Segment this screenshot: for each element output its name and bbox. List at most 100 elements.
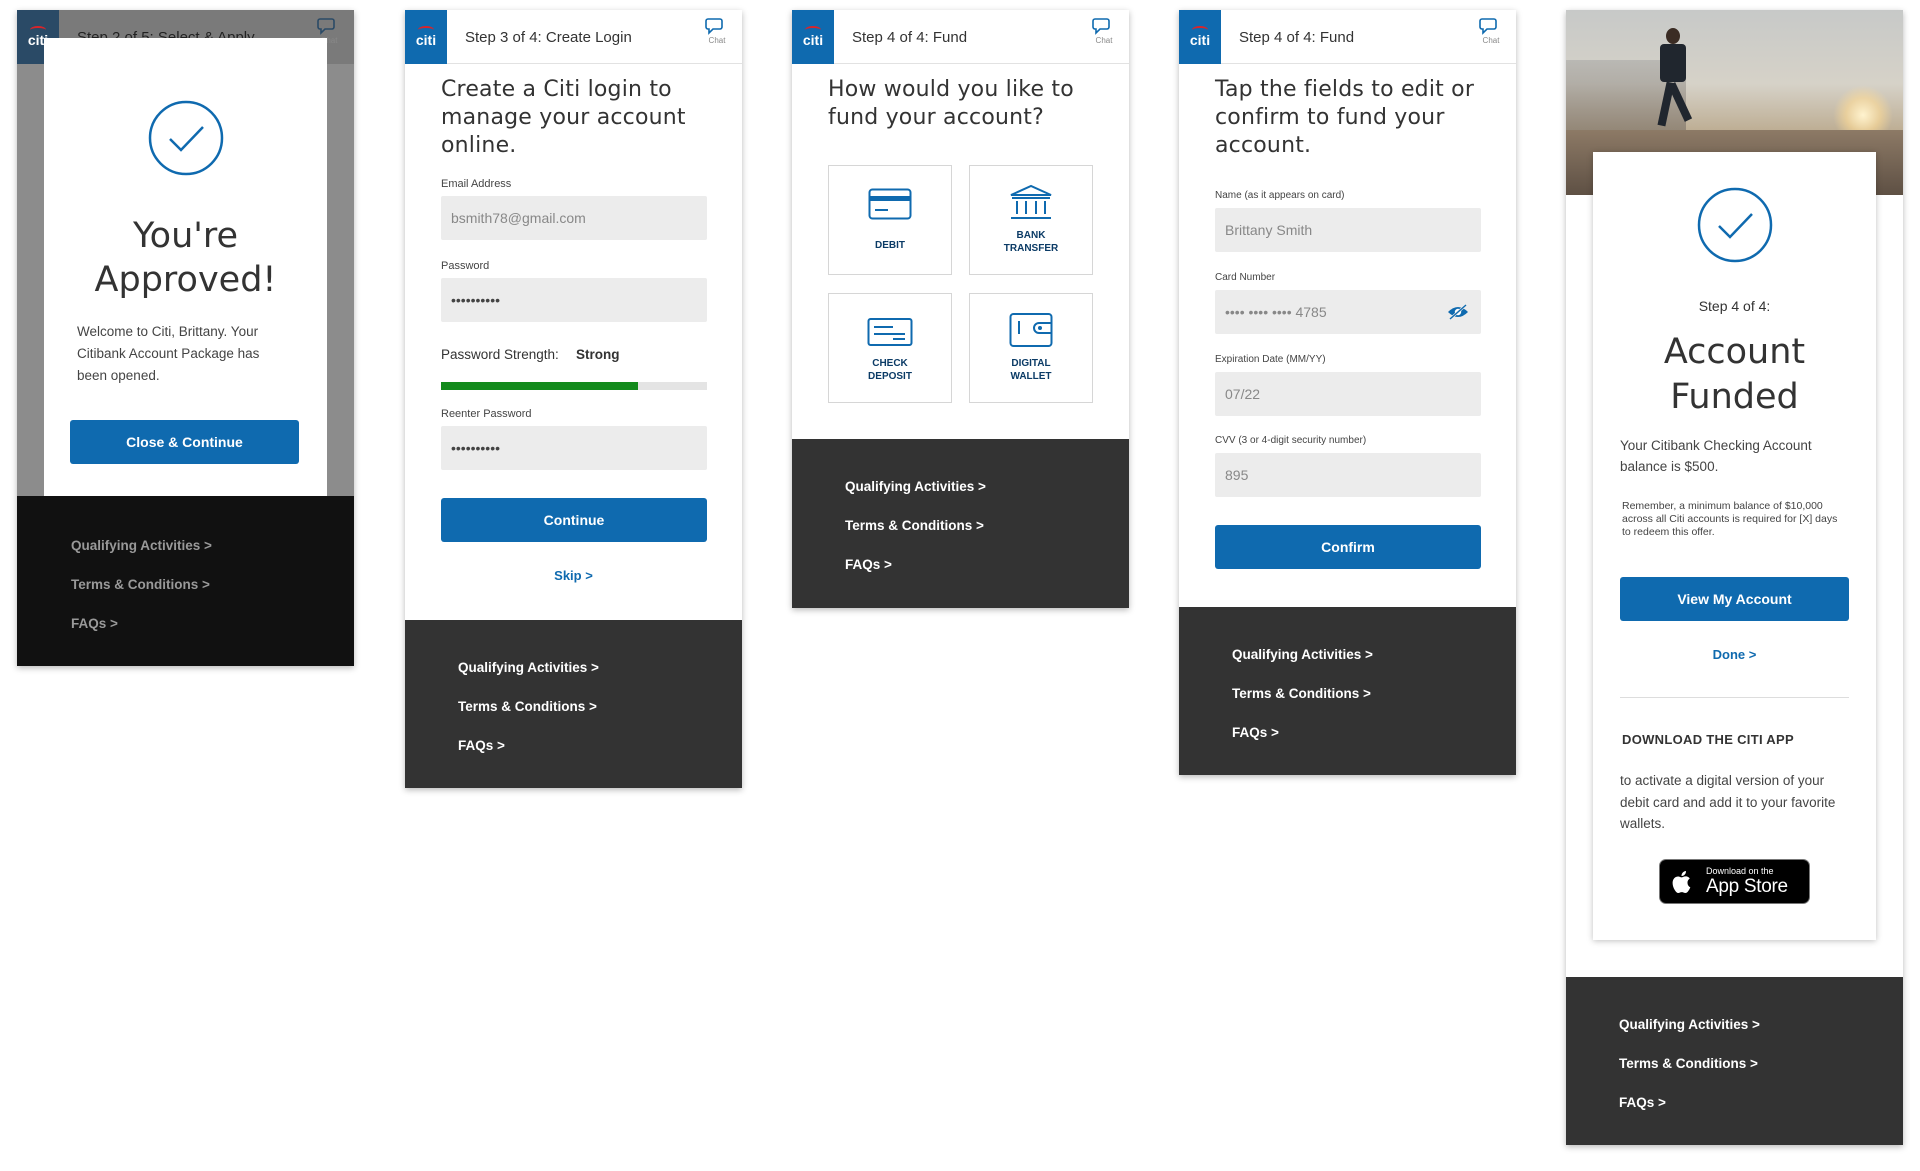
digital-wallet-option[interactable]: DIGITAL WALLET xyxy=(969,293,1093,403)
login-heading-1: Create a Citi login to xyxy=(441,77,672,102)
funded-heading-2: Funded xyxy=(1670,377,1799,417)
fund-heading-1: How would you like to xyxy=(828,77,1074,102)
reenter-password-field[interactable]: •••••••••• xyxy=(441,426,707,470)
password-strength-fill xyxy=(441,382,638,390)
bank-icon xyxy=(1010,184,1052,219)
hide-eye-icon[interactable] xyxy=(1447,304,1469,320)
app-store-small-text: Download on the xyxy=(1706,866,1774,876)
edit-heading-1: Tap the fields to edit or xyxy=(1215,77,1475,102)
name-field[interactable]: Brittany Smith xyxy=(1215,208,1481,252)
approved-heading-1: You're xyxy=(132,216,239,256)
terms-conditions-link[interactable]: Terms & Conditions > xyxy=(71,577,210,592)
fund-heading-2: fund your account? xyxy=(828,105,1044,130)
step-label: Step 4 of 4: xyxy=(1698,298,1771,314)
header: citi Step 3 of 4: Create Login Chat xyxy=(405,10,742,64)
faqs-link[interactable]: FAQs > xyxy=(1619,1095,1666,1110)
terms-conditions-link[interactable]: Terms & Conditions > xyxy=(1619,1056,1758,1071)
skip-link[interactable]: Skip > xyxy=(405,568,742,583)
account-funded-screen: Step 4 of 4: Account Funded Your Citiban… xyxy=(1566,10,1903,1145)
terms-conditions-link[interactable]: Terms & Conditions > xyxy=(845,518,984,533)
email-field[interactable]: bsmith78@gmail.com xyxy=(441,196,707,240)
check-deposit-option[interactable]: CHECK DEPOSIT xyxy=(828,293,952,403)
login-heading-2: manage your account xyxy=(441,105,686,130)
edit-heading-2: confirm to fund your xyxy=(1215,105,1445,130)
password-field[interactable]: •••••••••• xyxy=(441,278,707,322)
check-icon xyxy=(867,318,913,346)
faqs-link[interactable]: FAQs > xyxy=(845,557,892,572)
app-store-badge[interactable]: Download on the App Store xyxy=(1659,859,1810,904)
citi-logo: citi xyxy=(405,10,447,64)
fund-method-screen: citi Step 4 of 4: Fund Chat How would yo… xyxy=(792,10,1129,608)
balance-text: Your Citibank Checking Account balance i… xyxy=(1620,438,1812,474)
bank-transfer-label-1: BANK xyxy=(1016,230,1046,241)
chat-label: Chat xyxy=(1482,36,1500,45)
name-label: Name (as it appears on card) xyxy=(1215,190,1345,201)
done-link[interactable]: Done > xyxy=(1593,647,1876,662)
divider xyxy=(1620,697,1849,698)
bank-transfer-label-2: TRANSFER xyxy=(1003,243,1059,254)
checkmark-circle-icon xyxy=(148,100,224,176)
card-number-label: Card Number xyxy=(1215,272,1276,283)
approved-heading-2: Approved! xyxy=(94,260,277,300)
debit-card-icon xyxy=(868,188,912,220)
faqs-link[interactable]: FAQs > xyxy=(71,616,118,631)
approved-message: Welcome to Citi, Brittany. Your Citibank… xyxy=(77,324,260,383)
reenter-password-label: Reenter Password xyxy=(441,408,532,420)
footer: Qualifying Activities > Terms & Conditio… xyxy=(792,439,1129,608)
digital-wallet-label-2: WALLET xyxy=(1010,371,1052,382)
funded-card: Step 4 of 4: Account Funded Your Citiban… xyxy=(1593,152,1876,940)
download-text: to activate a digital version of your de… xyxy=(1620,773,1836,831)
view-my-account-button[interactable]: View My Account xyxy=(1620,577,1849,621)
qualifying-activities-link[interactable]: Qualifying Activities > xyxy=(845,479,986,494)
step-title: Step 3 of 4: Create Login xyxy=(465,29,632,46)
header: citi Step 4 of 4: Fund Chat xyxy=(1179,10,1516,64)
cvv-field[interactable]: 895 xyxy=(1215,453,1481,497)
funded-heading-1: Account xyxy=(1663,332,1806,372)
chat-button[interactable]: Chat xyxy=(1476,16,1506,45)
edit-heading-3: account. xyxy=(1215,133,1312,158)
chat-icon xyxy=(317,18,335,35)
card-number-value: •••• •••• •••• 4785 xyxy=(1225,304,1327,320)
citi-logo: citi xyxy=(1179,10,1221,64)
bank-transfer-option[interactable]: BANK TRANSFER xyxy=(969,165,1093,275)
debit-option[interactable]: DEBIT xyxy=(828,165,952,275)
chat-button[interactable]: Chat xyxy=(1089,16,1119,45)
approved-screen: citi Step 2 of 5: Select & Apply Chat Yo… xyxy=(17,10,354,666)
password-strength-bar xyxy=(441,382,707,390)
cvv-label: CVV (3 or 4-digit security number) xyxy=(1215,435,1367,446)
citi-logo: citi xyxy=(792,10,834,64)
footer: Qualifying Activities > Terms & Conditio… xyxy=(405,620,742,788)
qualifying-activities-link[interactable]: Qualifying Activities > xyxy=(458,660,599,675)
header: citi Step 4 of 4: Fund Chat xyxy=(792,10,1129,64)
terms-conditions-link[interactable]: Terms & Conditions > xyxy=(1232,686,1371,701)
step-title: Step 4 of 4: Fund xyxy=(1239,29,1355,46)
wallet-icon xyxy=(1009,313,1053,347)
chat-label: Chat xyxy=(708,36,726,45)
checkmark-circle-icon xyxy=(1697,187,1773,263)
approved-modal: You're Approved! Welcome to Citi, Britta… xyxy=(44,38,327,501)
footer: Qualifying Activities > Terms & Conditio… xyxy=(1179,607,1516,775)
qualifying-activities-link[interactable]: Qualifying Activities > xyxy=(1619,1017,1760,1032)
chat-label: Chat xyxy=(1095,36,1113,45)
confirm-button[interactable]: Confirm xyxy=(1215,525,1481,569)
terms-conditions-link[interactable]: Terms & Conditions > xyxy=(458,699,597,714)
faqs-link[interactable]: FAQs > xyxy=(1232,725,1279,740)
expiration-label: Expiration Date (MM/YY) xyxy=(1215,354,1326,365)
apple-icon xyxy=(1672,871,1691,893)
chat-icon xyxy=(1479,18,1497,35)
digital-wallet-label-1: DIGITAL xyxy=(1011,358,1051,369)
password-label: Password xyxy=(441,260,490,272)
qualifying-activities-link[interactable]: Qualifying Activities > xyxy=(1232,647,1373,662)
check-deposit-label-2: DEPOSIT xyxy=(868,371,912,382)
email-label: Email Address xyxy=(441,178,512,190)
continue-button[interactable]: Continue xyxy=(441,498,707,542)
faqs-link[interactable]: FAQs > xyxy=(458,738,505,753)
qualifying-activities-link[interactable]: Qualifying Activities > xyxy=(71,538,212,553)
create-login-screen: citi Step 3 of 4: Create Login Chat Crea… xyxy=(405,10,742,788)
chat-button[interactable]: Chat xyxy=(702,16,732,45)
password-strength-label: Password Strength: xyxy=(441,347,559,362)
footer: Qualifying Activities > Terms & Conditio… xyxy=(1566,977,1903,1145)
expiration-field[interactable]: 07/22 xyxy=(1215,372,1481,416)
close-continue-button[interactable]: Close & Continue xyxy=(70,420,299,464)
card-number-field[interactable]: •••• •••• •••• 4785 xyxy=(1215,290,1481,334)
